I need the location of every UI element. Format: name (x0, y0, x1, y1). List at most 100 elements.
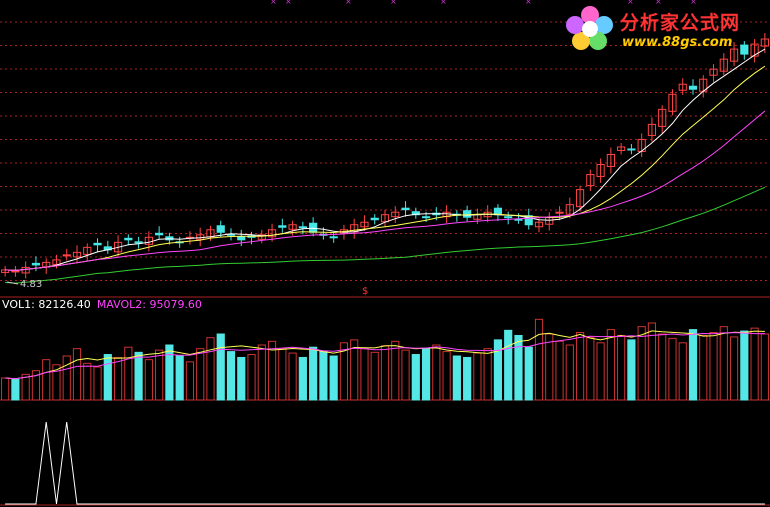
candle-body (278, 225, 287, 228)
volume-bar (463, 356, 472, 401)
header-mark: × (345, 0, 352, 6)
mavol1-line (5, 330, 765, 380)
volume-bar (401, 349, 410, 401)
volume-bar (627, 339, 636, 401)
volume-bar (103, 354, 112, 401)
stock-chart: $× × × × × × × × × (0, 0, 770, 506)
candle-body (237, 236, 246, 241)
volume-bar (637, 326, 646, 401)
volume-bar (278, 348, 287, 401)
volume-bar (360, 348, 369, 401)
candle-body (309, 222, 318, 233)
dividend-marker: $ (362, 286, 368, 297)
header-mark: × (525, 0, 532, 6)
candle-body (627, 148, 636, 151)
candle-body (155, 232, 164, 236)
volume-bar (658, 333, 667, 401)
candle-body (298, 226, 307, 229)
volume-bar (247, 354, 256, 401)
volume-bar (206, 337, 215, 401)
volume-bar (216, 333, 225, 401)
volume-legend: VOL1: 82126.40 MAVOL2: 95079.60 (2, 298, 202, 311)
volume-bar (432, 344, 441, 401)
candle-body (329, 236, 338, 239)
volume-bar (668, 337, 677, 401)
volume-bar (165, 344, 174, 401)
volume-bar (617, 334, 626, 401)
watermark-url: www.88gs.com (622, 35, 733, 50)
ma60-line (5, 186, 766, 284)
volume-bar (699, 334, 708, 401)
volume-bar (113, 356, 123, 401)
header-mark: × (270, 0, 277, 6)
volume-bar (606, 329, 615, 401)
volume-bar (319, 351, 328, 401)
volume-bar (504, 329, 513, 401)
mavol1-label: VOL1: 82126.40 (2, 298, 91, 311)
volume-bar (134, 351, 143, 401)
volume-bar (586, 337, 595, 401)
candle-body (688, 85, 698, 90)
volume-bar (565, 344, 574, 401)
ma20-line (5, 110, 766, 271)
volume-bar (411, 354, 420, 401)
watermark-title: 分析家公式网 (620, 12, 741, 34)
volume-bar (391, 340, 400, 401)
price-low-label: 4.83 (20, 279, 43, 290)
candle-body (31, 262, 41, 266)
volume-bar (524, 346, 533, 401)
candle-body (401, 207, 410, 211)
volume-bar (493, 339, 503, 401)
volume-bar (452, 355, 461, 401)
volume-bar (329, 355, 338, 401)
volume-bar (380, 345, 390, 401)
volume-bar (298, 356, 307, 401)
indicator-line (5, 421, 765, 505)
volume-bar (93, 366, 102, 401)
flower-logo-icon (566, 6, 613, 50)
candle-body (504, 216, 513, 219)
volume-bar (185, 361, 195, 401)
volume-bar (740, 330, 749, 401)
volume-bar (42, 359, 51, 401)
volume-bar (514, 334, 523, 401)
site-watermark: 分析家公式网 www.88gs.com (564, 3, 764, 55)
volume-bar (226, 351, 236, 401)
volume-bar (575, 332, 585, 401)
volume-bar (545, 333, 554, 401)
volume-bar (555, 340, 564, 401)
volume-bar (719, 326, 728, 401)
volume-bar (596, 342, 605, 401)
volume-bar (473, 352, 482, 401)
candle-body (124, 237, 133, 241)
header-mark: × (285, 0, 292, 6)
volume-bar (237, 356, 246, 401)
volume-bar (288, 352, 297, 401)
volume-bar (421, 348, 431, 401)
candle-body (134, 241, 143, 244)
volume-bar (62, 355, 71, 401)
volume-bar (309, 346, 318, 401)
volume-bar (196, 348, 205, 401)
mavol2-line (5, 332, 765, 380)
candle-body (370, 217, 379, 221)
volume-bar (21, 373, 30, 401)
volume-bar (155, 349, 164, 401)
volume-bar (11, 378, 20, 401)
volume-bar (750, 327, 759, 401)
volume-bar (647, 322, 657, 401)
volume-bar (1, 377, 10, 401)
volume-bar (534, 318, 544, 401)
volume-bar (83, 362, 92, 401)
candle-body (216, 225, 225, 233)
volume-bar (729, 336, 739, 401)
candle-body (93, 242, 102, 246)
volume-bar (709, 332, 718, 401)
volume-bar (688, 329, 698, 401)
volume-bar (175, 355, 184, 401)
volume-bar (483, 348, 492, 401)
volume-bar (760, 333, 769, 401)
volume-bar (257, 344, 266, 401)
candle-body (514, 218, 523, 221)
volume-bar (370, 351, 379, 401)
